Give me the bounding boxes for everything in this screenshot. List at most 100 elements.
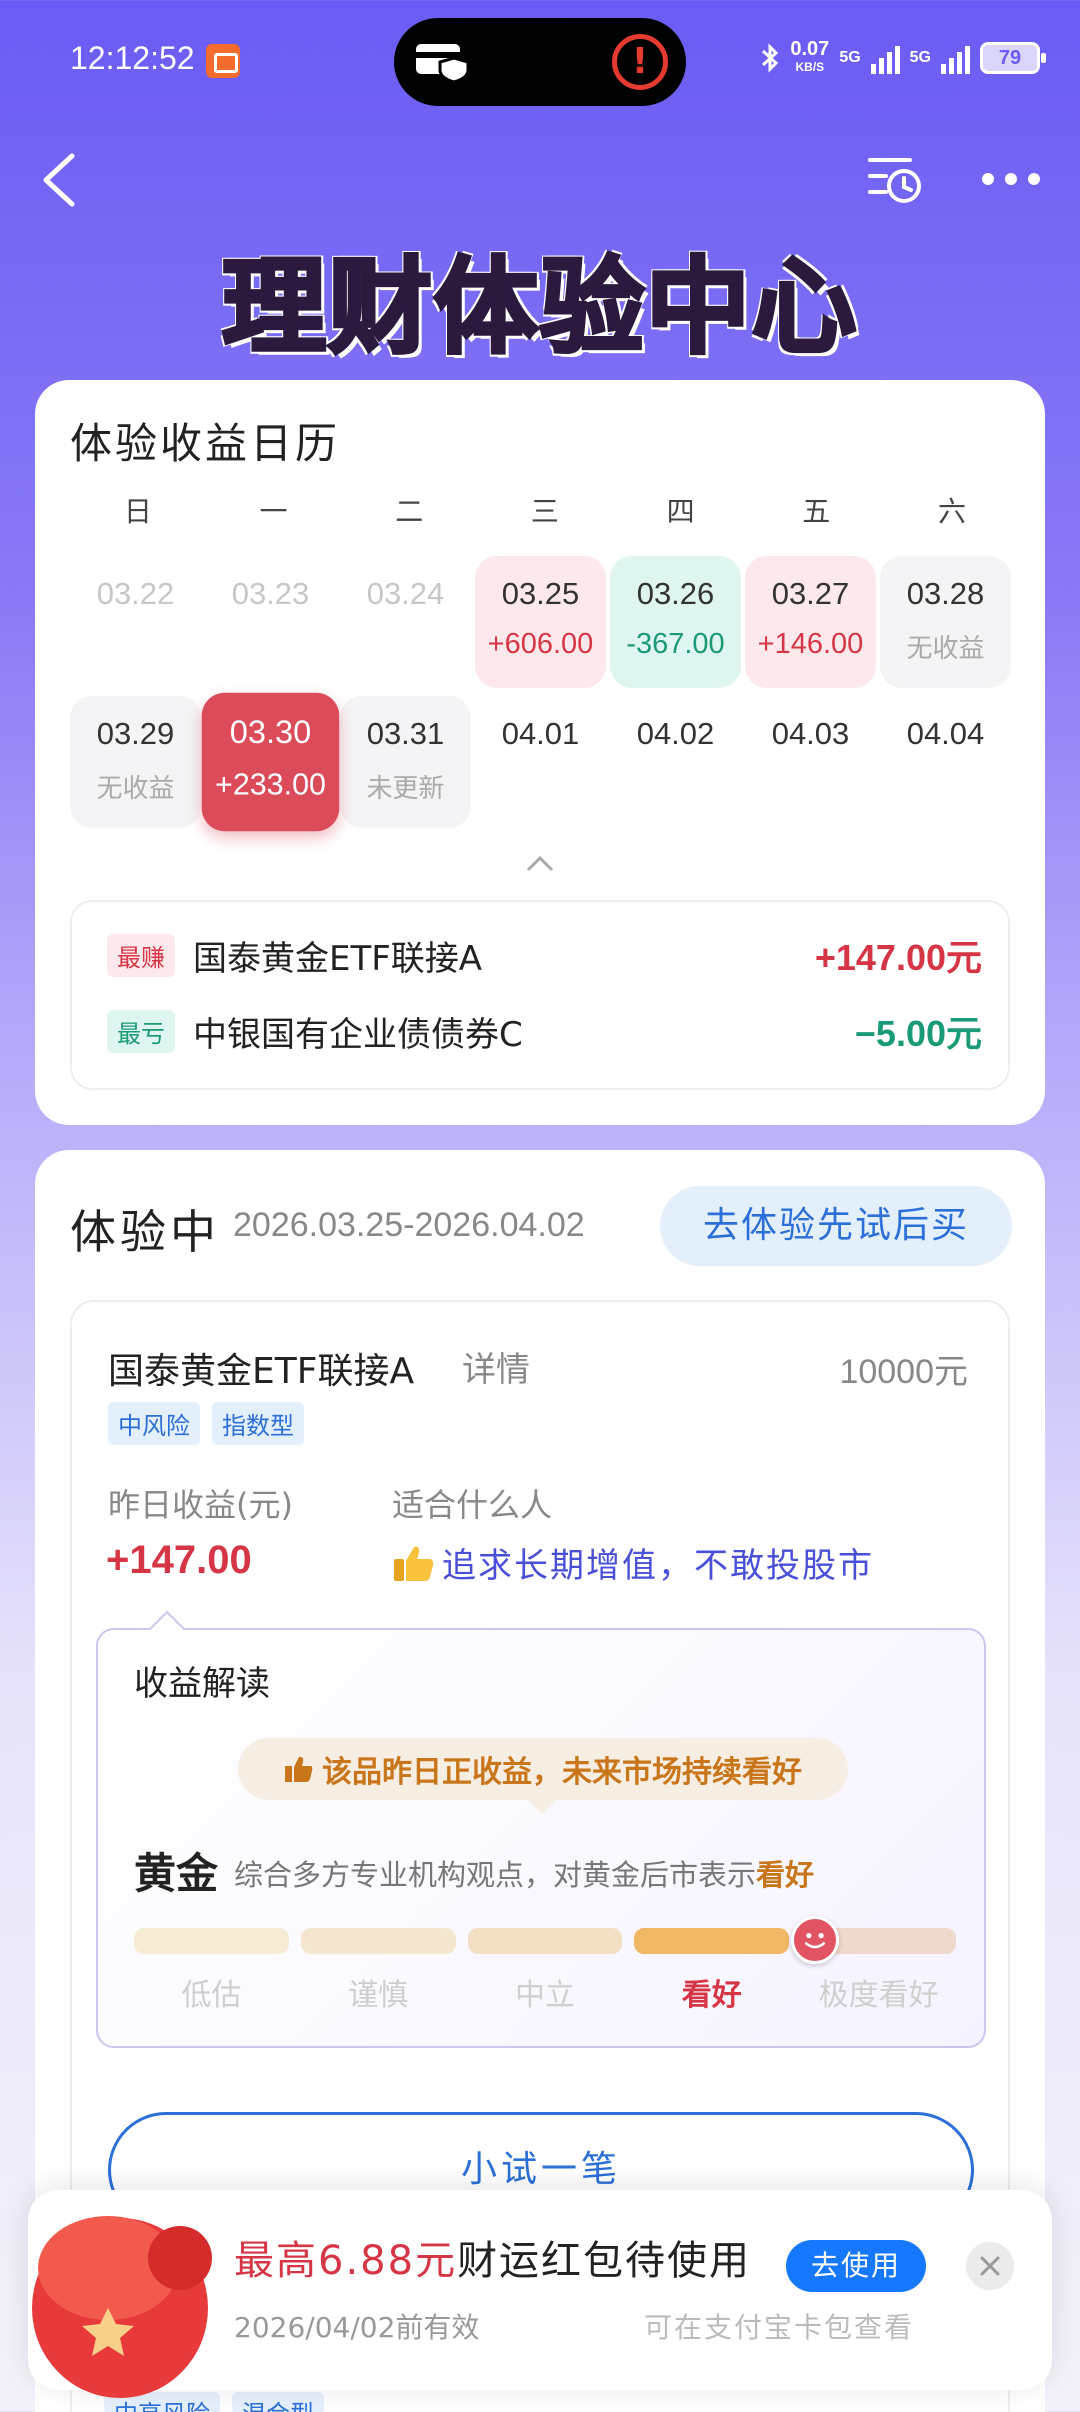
best-worst-summary: 最赚 国泰黄金ETF联接A +147.00元 最亏 中银国有企业债债券C −5.… bbox=[70, 900, 1010, 1090]
day-date: 03.28 bbox=[906, 576, 985, 611]
day-date: 03.24 bbox=[366, 576, 445, 611]
interpretation-title: 收益解读 bbox=[134, 1664, 270, 1704]
title-amount: 6.88元 bbox=[318, 2238, 458, 2284]
summary-worst-row[interactable]: 最亏 中银国有企业债债券C −5.00元 bbox=[107, 1006, 982, 1056]
weekday-label: 四 bbox=[666, 495, 695, 528]
net-speed-value: 0.07 bbox=[790, 38, 830, 60]
app-notification-icon bbox=[206, 44, 240, 78]
day-date: 04.04 bbox=[906, 716, 985, 751]
status-time: 12:12:52 bbox=[70, 40, 195, 76]
scale-segment-active bbox=[634, 1928, 790, 1954]
bluetooth-icon bbox=[762, 43, 779, 73]
suitable-label: 适合什么人 bbox=[392, 1486, 553, 1524]
status-bar: 12:12:52 ! 0.07 KB/S 5G 5G 79 bbox=[0, 0, 1080, 120]
best-fund-name: 国泰黄金ETF联接A bbox=[193, 938, 483, 979]
history-icon[interactable] bbox=[866, 152, 924, 206]
fund-name[interactable]: 国泰黄金ETF联接A bbox=[108, 1342, 414, 1394]
weekday-label: 三 bbox=[530, 495, 559, 528]
type-tag: 混合型 bbox=[232, 2392, 324, 2412]
calendar-week-1: 03.22 03.23 03.24 03.25 +606.00 03.26 -3… bbox=[70, 556, 1011, 688]
weekday-label: 二 bbox=[395, 495, 424, 528]
calendar-day[interactable]: 03.28 无收益 bbox=[880, 556, 1011, 688]
best-amount: +147.00元 bbox=[814, 937, 982, 978]
day-income: -367.00 bbox=[626, 628, 725, 660]
calendar-day: 03.24 bbox=[340, 556, 471, 688]
alert-icon[interactable]: ! bbox=[612, 34, 668, 90]
calendar-day[interactable]: 03.27 +146.00 bbox=[745, 556, 876, 688]
scale-label: 谨慎 bbox=[348, 1978, 409, 2013]
calendar-day: 04.04 bbox=[880, 696, 1011, 828]
weekday-label: 一 bbox=[259, 495, 288, 528]
battery-icon: 79 bbox=[980, 42, 1046, 74]
sim1-label: 5G bbox=[839, 49, 861, 66]
day-income: 无收益 bbox=[96, 774, 175, 804]
red-packet-title: 最高6.88元财运红包待使用 bbox=[234, 2228, 751, 2286]
more-icon[interactable] bbox=[980, 168, 1042, 190]
day-date: 03.27 bbox=[771, 576, 850, 611]
red-packet-banner[interactable]: 最高6.88元财运红包待使用 去使用 2026/04/02前有效 可在支付宝卡包… bbox=[28, 2190, 1052, 2398]
red-packet-icon bbox=[32, 2216, 212, 2398]
scale-label: 极度看好 bbox=[818, 1978, 939, 2013]
status-icons: 0.07 KB/S 5G 5G 79 bbox=[760, 38, 1046, 76]
yesterday-income-value: +147.00 bbox=[106, 1538, 252, 1582]
signal-icon bbox=[870, 42, 900, 74]
day-date: 03.30 bbox=[229, 713, 312, 751]
back-icon[interactable] bbox=[38, 152, 78, 208]
title-suffix: 财运红包待使用 bbox=[457, 2238, 752, 2284]
calendar-day-selected[interactable]: 03.30 +233.00 bbox=[201, 692, 340, 832]
weekday-label: 五 bbox=[802, 495, 831, 528]
day-income: +233.00 bbox=[215, 768, 326, 802]
calendar-day[interactable]: 03.26 -367.00 bbox=[610, 556, 741, 688]
calendar-week-2: 03.29 无收益 03.30 +233.00 03.31 未更新 04.01 … bbox=[70, 692, 1011, 832]
day-date: 04.03 bbox=[771, 716, 850, 751]
worst-tag: 最亏 bbox=[107, 1009, 175, 1053]
use-now-button[interactable]: 去使用 bbox=[786, 2240, 926, 2292]
day-date: 03.25 bbox=[501, 576, 580, 611]
net-speed-unit: KB/S bbox=[795, 60, 825, 74]
worst-amount: −5.00元 bbox=[854, 1013, 982, 1054]
suitable-value: 追求长期增值，不敢投股市 bbox=[392, 1538, 874, 1587]
red-packet-hint: 可在支付宝卡包查看 bbox=[644, 2311, 915, 2344]
day-date: 03.29 bbox=[96, 716, 175, 751]
asset-description: 综合多方专业机构观点，对黄金后市表示看好 bbox=[234, 1852, 814, 1894]
fund-tags: 中风险 指数型 bbox=[108, 1402, 304, 1445]
scale-label: 低估 bbox=[181, 1978, 242, 2013]
go-trial-button[interactable]: 去体验先试后买 bbox=[660, 1186, 1012, 1266]
calendar-day: 04.02 bbox=[610, 696, 741, 828]
weekday-label: 六 bbox=[937, 495, 966, 528]
title-prefix: 最高 bbox=[234, 2238, 318, 2284]
day-date: 03.31 bbox=[366, 716, 445, 751]
calendar-day[interactable]: 03.31 未更新 bbox=[340, 696, 471, 828]
scale-segment bbox=[300, 1928, 456, 1954]
asset-desc-highlight: 看好 bbox=[756, 1858, 815, 1892]
day-income: +606.00 bbox=[487, 628, 594, 660]
page-title: 理财体验中心 bbox=[220, 244, 858, 370]
asset-desc-prefix: 综合多方专业机构观点，对黄金后市表示 bbox=[234, 1858, 757, 1892]
day-date: 04.02 bbox=[636, 716, 715, 751]
chevron-up-icon[interactable] bbox=[525, 852, 555, 874]
calendar-day: 03.23 bbox=[205, 556, 336, 688]
scale-label-active: 看好 bbox=[681, 1978, 742, 2013]
verdict-badge: 该品昨日正收益，未来市场持续看好 bbox=[238, 1738, 848, 1814]
day-income: +146.00 bbox=[757, 628, 864, 660]
sim2-label: 5G bbox=[909, 49, 931, 66]
scale-label: 中立 bbox=[514, 1978, 575, 2013]
trial-heading: 体验中 bbox=[70, 1205, 220, 1259]
close-icon[interactable] bbox=[966, 2242, 1014, 2290]
calendar-day[interactable]: 03.25 +606.00 bbox=[475, 556, 606, 688]
scale-segment bbox=[134, 1928, 289, 1954]
trial-period: 2026.03.25-2026.04.02 bbox=[233, 1206, 585, 1244]
weekday-row: 日 一 二 三 四 五 六 bbox=[70, 490, 1020, 530]
day-date: 03.23 bbox=[231, 576, 310, 611]
calendar-day[interactable]: 03.29 无收益 bbox=[70, 696, 201, 828]
calendar-day: 03.22 bbox=[70, 556, 201, 688]
fund-detail-link[interactable]: 详情 bbox=[462, 1342, 530, 1391]
yesterday-income-label: 昨日收益(元) bbox=[108, 1486, 293, 1524]
day-income: 无收益 bbox=[906, 634, 985, 664]
asset-name: 黄金 bbox=[134, 1849, 219, 1898]
summary-best-row[interactable]: 最赚 国泰黄金ETF联接A +147.00元 bbox=[107, 930, 982, 980]
thumbs-up-icon bbox=[285, 1756, 313, 1782]
card-shield-icon bbox=[416, 44, 470, 82]
suitable-text: 追求长期增值，不敢投股市 bbox=[442, 1546, 874, 1586]
day-date: 03.26 bbox=[636, 576, 715, 611]
